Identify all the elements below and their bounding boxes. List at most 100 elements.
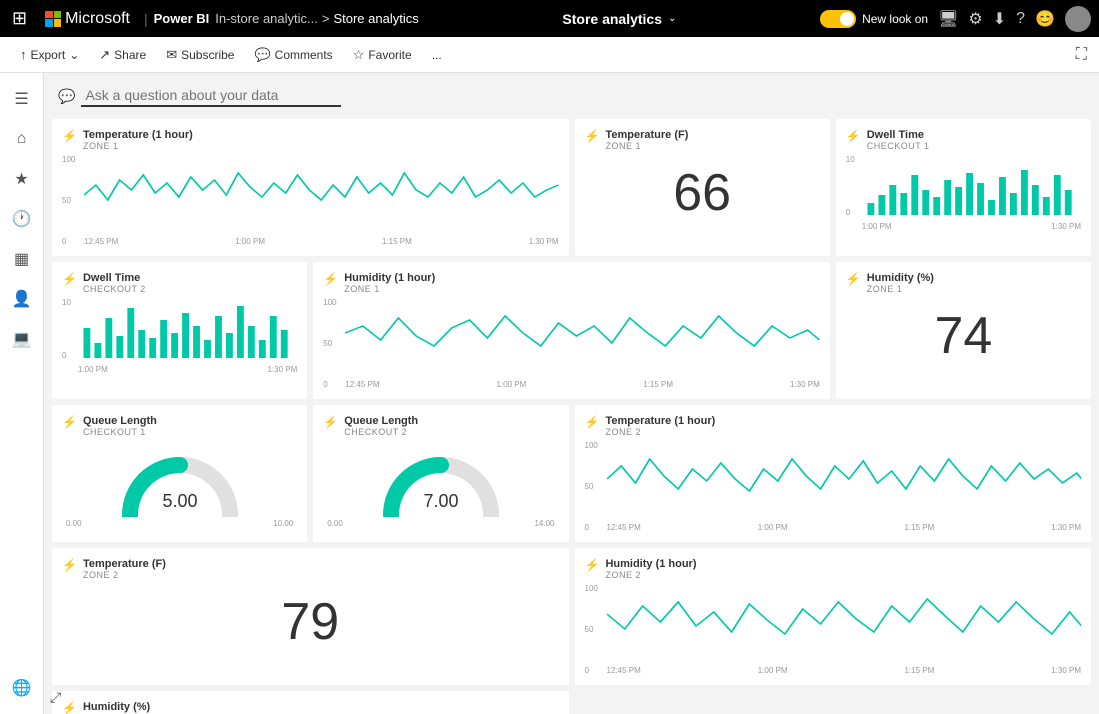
card-temp-zone1-num: ⚡ Temperature (F) ZONE 1 66	[575, 119, 830, 256]
sidebar-item-menu[interactable]: ☰	[4, 81, 40, 117]
card-humidity-zone1-num: ⚡ Humidity (%) ZONE 1 74	[836, 262, 1091, 399]
report-title-chevron[interactable]: ⌄	[668, 13, 676, 24]
svg-text:7.00: 7.00	[423, 491, 458, 511]
monitor-icon[interactable]: 🖥	[938, 9, 958, 29]
lightning-icon-4: ⚡	[62, 272, 77, 286]
comments-button[interactable]: 💬 Comments	[246, 43, 340, 67]
lightning-icon-10: ⚡	[62, 558, 77, 572]
card-temp-zone2-num: ⚡ Temperature (F) ZONE 2 79	[52, 548, 569, 685]
y-labels-11: 100500	[585, 584, 598, 675]
content-area: 💬 ⚡ Temperature (1 hour) ZONE 1 100500	[44, 73, 1099, 714]
card-temp-zone1-line: ⚡ Temperature (1 hour) ZONE 1 100500 12:…	[52, 119, 569, 256]
sep1: |	[144, 11, 148, 27]
x-labels-5: 12:45 PM1:00 PM1:15 PM1:30 PM	[345, 380, 820, 389]
card-subtitle-2: ZONE 1	[605, 141, 688, 151]
help-icon[interactable]: ?	[1016, 10, 1025, 28]
microsoft-brand: Microsoft	[37, 10, 138, 28]
avatar[interactable]	[1065, 6, 1091, 32]
card-dwell-checkout2: ⚡ Dwell Time CHECKOUT 2 10 0	[52, 262, 307, 399]
bar-chart-dwell1: 10 0	[846, 155, 1081, 231]
breadcrumb-sep: >	[322, 11, 330, 26]
bar-svg-dwell1	[862, 155, 1081, 215]
card-dwell-checkout1: ⚡ Dwell Time CHECKOUT 1 10 0	[836, 119, 1091, 256]
breadcrumb: In-store analytic... > Store analytics	[215, 11, 418, 26]
line-chart-1: 100500 12:45 PM1:00 PM1:15 PM1:30 PM	[62, 155, 559, 246]
lightning-icon-5: ⚡	[323, 272, 338, 286]
favorite-icon: ☆	[353, 47, 365, 63]
emoji-icon[interactable]: 😊	[1035, 9, 1055, 29]
big-number-79: 79	[62, 584, 559, 661]
action-bar: ↑ Export ⌄ ↗ Share ✉ Subscribe 💬 Comment…	[0, 37, 1099, 73]
bar-chart-dwell2: 10 0	[62, 298, 297, 374]
qa-icon: 💬	[58, 88, 75, 105]
gauge-labels-1: 0.00 10.00	[66, 519, 293, 528]
card-title-1: Temperature (1 hour)	[83, 129, 193, 141]
nav-center: Store analytics ⌄	[425, 11, 814, 27]
subscribe-button[interactable]: ✉ Subscribe	[158, 43, 242, 67]
sidebar-item-favorites[interactable]: ★	[4, 161, 40, 197]
lightning-icon-8: ⚡	[323, 415, 338, 429]
qa-input[interactable]	[81, 85, 341, 107]
big-number-74: 74	[846, 298, 1081, 375]
top-nav: ⊞ Microsoft | Power BI In-store analytic…	[0, 0, 1099, 37]
x-labels-9: 12:45 PM1:00 PM1:15 PM1:30 PM	[607, 523, 1082, 532]
lightning-icon-12: ⚡	[62, 701, 77, 714]
sidebar: ☰ ⌂ ★ 🕐 ▦ 👤 💻 🌐	[0, 73, 44, 714]
card-subtitle-6: ZONE 1	[867, 284, 934, 294]
subscribe-icon: ✉	[166, 47, 177, 63]
card-subtitle-4: CHECKOUT 2	[83, 284, 146, 294]
lightning-icon-3: ⚡	[846, 129, 861, 143]
settings-icon[interactable]: ⚙	[968, 9, 982, 29]
favorite-button[interactable]: ☆ Favorite	[345, 43, 420, 67]
sidebar-item-shared[interactable]: 👤	[4, 281, 40, 317]
new-look-toggle[interactable]: New look on	[820, 10, 928, 28]
subscribe-label: Subscribe	[181, 48, 234, 62]
lightning-icon-7: ⚡	[62, 415, 77, 429]
lightning-icon-1: ⚡	[62, 129, 77, 143]
sidebar-item-home[interactable]: ⌂	[4, 121, 40, 157]
card-humidity-zone2-num: ⚡ Humidity (%) ZONE 2 69	[52, 691, 569, 714]
sidebar-item-workspaces[interactable]: 💻	[4, 321, 40, 357]
lightning-icon-9: ⚡	[585, 415, 600, 429]
card-title-3: Dwell Time	[867, 129, 930, 141]
gauge-min-1: 0.00	[66, 519, 82, 528]
card-title-12: Humidity (%)	[83, 701, 150, 713]
breadcrumb-current: Store analytics	[333, 11, 418, 26]
toggle-switch[interactable]	[820, 10, 856, 28]
sidebar-item-apps[interactable]: ▦	[4, 241, 40, 277]
gauge-max-2: 14.00	[534, 519, 554, 528]
export-label: Export	[31, 48, 66, 62]
share-label: Share	[114, 48, 146, 62]
gauge-checkout1: 5.00 0.00 10.00	[62, 441, 297, 532]
breadcrumb-parent[interactable]: In-store analytic...	[215, 11, 318, 26]
export-icon: ↑	[20, 47, 27, 62]
x-labels-1: 12:45 PM1:00 PM1:15 PM1:30 PM	[84, 237, 559, 246]
nav-right: New look on 🖥 ⚙ ⬇ ? 😊	[820, 6, 1091, 32]
report-title[interactable]: Store analytics	[562, 11, 662, 27]
share-button[interactable]: ↗ Share	[91, 43, 154, 67]
sidebar-item-learn[interactable]: 🌐	[4, 670, 40, 706]
export-button[interactable]: ↑ Export ⌄	[12, 43, 87, 66]
line-svg-5	[345, 298, 820, 373]
big-number-66: 66	[585, 155, 820, 232]
y-labels-1: 100500	[62, 155, 75, 246]
fullscreen-button[interactable]: ⛶	[1076, 46, 1087, 64]
line-svg-11	[607, 584, 1082, 659]
gauge-max-1: 10.00	[273, 519, 293, 528]
x-labels-11: 12:45 PM1:00 PM1:15 PM1:30 PM	[607, 666, 1082, 675]
comments-label: Comments	[275, 48, 333, 62]
apps-icon[interactable]: ⊞	[8, 8, 31, 29]
download-icon[interactable]: ⬇	[993, 9, 1006, 29]
qa-bar: 💬	[52, 81, 1091, 111]
card-title-9: Temperature (1 hour)	[605, 415, 715, 427]
expand-icon[interactable]: ⤢	[50, 689, 61, 706]
gauge-checkout2: 7.00 0.00 14.00	[323, 441, 558, 532]
dashboard-grid: ⚡ Temperature (1 hour) ZONE 1 100500 12:…	[52, 119, 1091, 714]
sidebar-item-recent[interactable]: 🕐	[4, 201, 40, 237]
toggle-knob	[840, 12, 854, 26]
more-button[interactable]: ...	[424, 44, 450, 66]
powerbi-label[interactable]: Power BI	[154, 11, 210, 26]
card-subtitle-7: CHECKOUT 1	[83, 427, 157, 437]
gauge-min-2: 0.00	[327, 519, 343, 528]
line-chart-humidity1: 100500 12:45 PM1:00 PM1:15 PM1:30 PM	[323, 298, 820, 389]
